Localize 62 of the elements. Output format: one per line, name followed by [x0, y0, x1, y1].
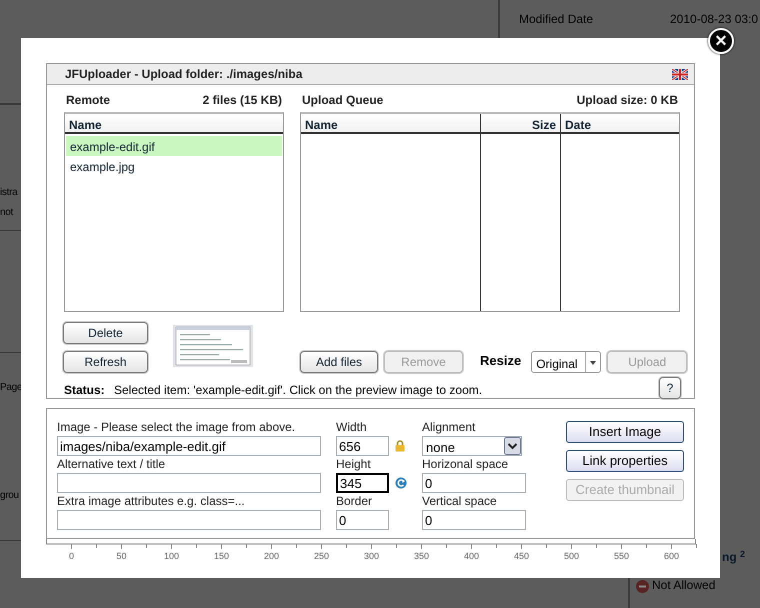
ruler-label: 300 [364, 551, 380, 561]
remote-label: Remote [66, 92, 110, 109]
remote-button[interactable]: Delete [63, 322, 148, 344]
background-text: not [0, 206, 14, 220]
background-text: Page [0, 381, 22, 395]
background-text: ng $^{2}$ [722, 550, 746, 564]
ruler-label: 350 [414, 551, 430, 561]
text-field[interactable]: images/niba/example-edit.gif [57, 436, 321, 456]
ruler-label: 150 [214, 551, 230, 561]
text-field[interactable]: 0 [422, 473, 526, 493]
file-summary: 2 files (15 KB) [202, 92, 282, 109]
resize-label: Resize [480, 352, 522, 370]
field-label: Width [336, 419, 368, 436]
text-field[interactable]: 656 [336, 436, 389, 456]
text-field[interactable]: 345 [336, 473, 389, 493]
status-label: Status: [64, 382, 106, 399]
flag-icon[interactable] [672, 68, 688, 80]
status-text: Not Allowed [652, 578, 716, 592]
field-label: Border [336, 493, 374, 510]
form-button[interactable]: Insert Image [566, 421, 684, 443]
uploader-title: JFUploader - Upload folder: ./images/niba [65, 66, 302, 83]
file-item[interactable]: example.jpg [66, 156, 282, 176]
resize-select[interactable]: Original [531, 351, 602, 373]
field-label: Alignment [422, 419, 476, 436]
status-message: Selected item: 'example-edit.gif'. Click on the preview image to zoom. [114, 382, 482, 399]
ruler-label: 250 [314, 551, 330, 561]
queue-button[interactable]: Add files [300, 351, 378, 373]
background-text: istra [0, 186, 18, 200]
background-text: 2010-08-23 03:0 [670, 12, 758, 26]
field-label: Vertical space [422, 493, 498, 510]
text-field[interactable]: 0 [422, 510, 526, 530]
queue-label: Upload Queue [302, 92, 384, 109]
file-item[interactable]: example-edit.gif [66, 136, 282, 156]
forbidden-icon [636, 580, 649, 593]
text-field[interactable] [57, 473, 321, 493]
ruler-label: 450 [514, 551, 530, 561]
ruler-label: 400 [464, 551, 480, 561]
ruler-label: 600 [664, 551, 680, 561]
ruler-label: 50 [116, 551, 126, 561]
field-label: Alternative text / title [57, 456, 166, 473]
background-text: grou [0, 489, 19, 503]
background-text: Modified Date [519, 12, 594, 26]
ruler-label: 200 [264, 551, 280, 561]
column-header[interactable]: Name [65, 114, 106, 132]
upload-size: Upload size: 0 KB [576, 92, 678, 109]
remote-button[interactable]: Refresh [63, 351, 148, 373]
ruler-label: 550 [614, 551, 630, 561]
alignment-select[interactable]: none [422, 436, 522, 456]
field-label: Horizonal space [422, 456, 510, 473]
text-field[interactable]: 0 [336, 510, 389, 530]
reset-icon[interactable] [395, 477, 407, 489]
form-button[interactable]: Link properties [566, 450, 684, 472]
lock-icon[interactable] [395, 440, 405, 452]
field-label: Extra image attributes e.g. class=... [57, 493, 246, 510]
help-button[interactable]: ? [659, 377, 681, 399]
text-field[interactable] [57, 510, 321, 530]
ruler-label: 100 [164, 551, 180, 561]
field-label: Height [336, 456, 372, 473]
field-label: Image - Please select the image from above. [57, 419, 296, 436]
ruler-label: 0 [69, 551, 74, 561]
ruler-label: 500 [564, 551, 580, 561]
close-button[interactable]: × [708, 28, 734, 54]
